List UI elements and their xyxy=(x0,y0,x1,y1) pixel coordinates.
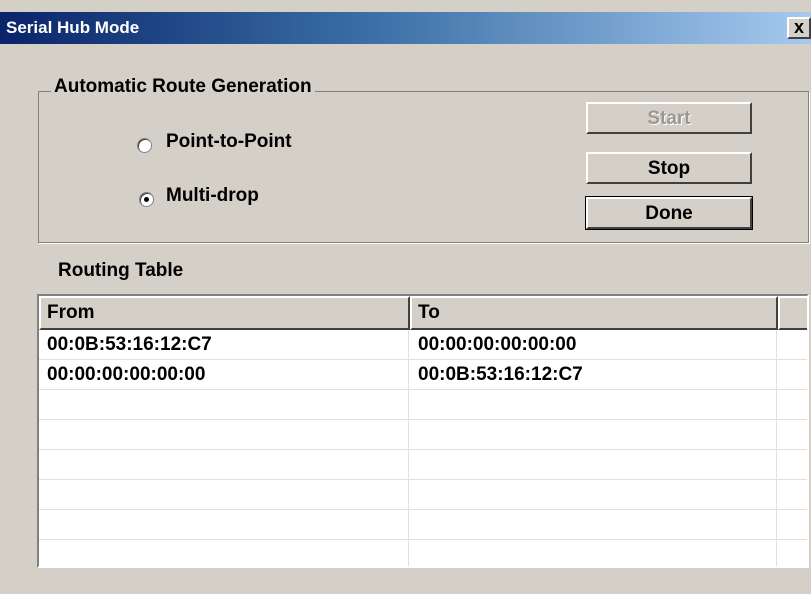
table-row xyxy=(39,510,807,540)
column-header-to[interactable]: To xyxy=(410,296,778,330)
column-header-from[interactable]: From xyxy=(39,296,410,330)
table-row xyxy=(39,420,807,450)
table-cell-from: 00:00:00:00:00:00 xyxy=(47,364,206,385)
point-to-point-label[interactable]: Point-to-Point xyxy=(166,131,292,153)
stop-button[interactable]: Stop xyxy=(586,152,752,184)
column-header-filler xyxy=(778,296,807,330)
column-divider xyxy=(776,330,777,566)
serial-hub-mode-dialog: Serial Hub Mode x Automatic Route Genera… xyxy=(0,0,811,594)
table-cell-to: 00:00:00:00:00:00 xyxy=(418,334,577,355)
multi-drop-radio[interactable] xyxy=(139,192,154,207)
table-row xyxy=(39,480,807,510)
table-cell-to: 00:0B:53:16:12:C7 xyxy=(418,364,583,385)
routing-table[interactable]: From To 00:0B:53:16:12:C7 00:00:00:00:00… xyxy=(37,294,809,568)
table-row[interactable]: 00:00:00:00:00:00 00:0B:53:16:12:C7 xyxy=(39,360,807,390)
point-to-point-radio[interactable] xyxy=(137,138,152,153)
table-row xyxy=(39,540,807,566)
column-divider xyxy=(408,330,409,566)
start-button[interactable]: Start xyxy=(586,102,752,134)
routing-table-label: Routing Table xyxy=(58,260,184,281)
close-button[interactable]: x xyxy=(787,17,811,39)
window-title: Serial Hub Mode xyxy=(6,18,140,37)
table-row[interactable]: 00:0B:53:16:12:C7 00:00:00:00:00:00 xyxy=(39,330,807,360)
done-button[interactable]: Done xyxy=(585,196,753,230)
route-generation-title: Automatic Route Generation xyxy=(51,76,315,98)
table-row xyxy=(39,450,807,480)
multi-drop-label[interactable]: Multi-drop xyxy=(166,185,259,207)
title-bar[interactable]: Serial Hub Mode x xyxy=(0,12,811,44)
table-cell-from: 00:0B:53:16:12:C7 xyxy=(47,334,212,355)
radio-selected-dot xyxy=(144,197,149,202)
table-row xyxy=(39,390,807,420)
close-icon: x xyxy=(793,17,804,37)
